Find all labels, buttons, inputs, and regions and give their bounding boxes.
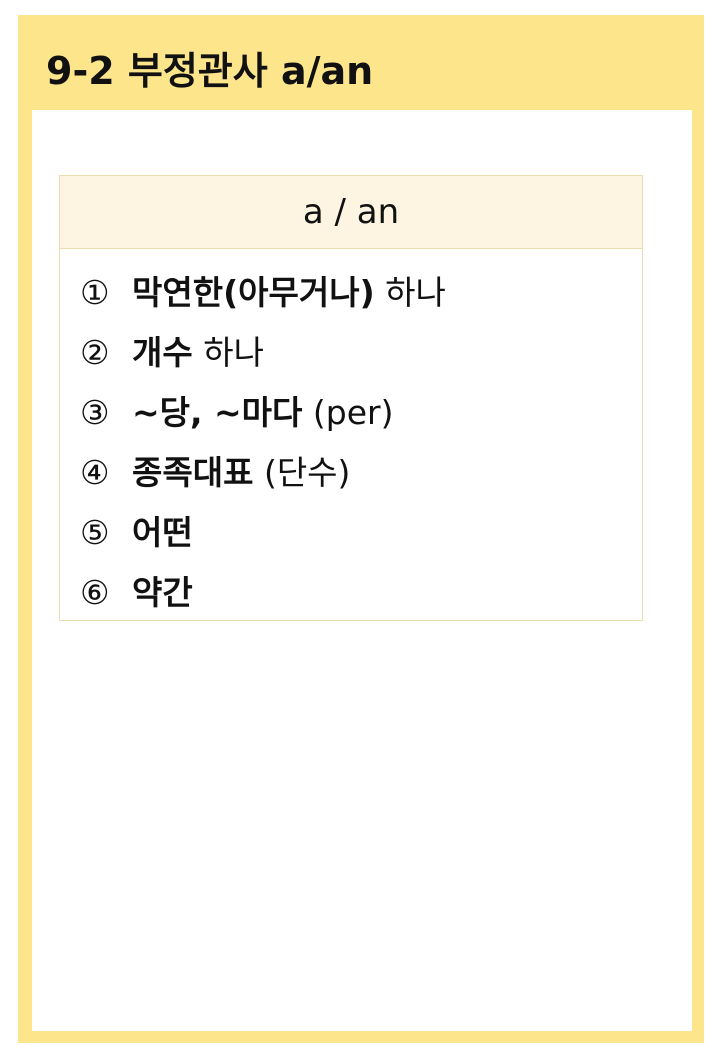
content-panel: a / an ① 막연한(아무거나) 하나 ② 개수 하나 ③ ~당, ~마다 (pe…: [32, 110, 692, 1031]
list-item: ④ 종족대표 (단수): [80, 443, 642, 503]
list-item: ⑥ 약간: [80, 563, 642, 623]
item-number: ⑥: [80, 573, 110, 612]
card-header: a / an: [60, 176, 642, 249]
list-item: ⑤ 어떤: [80, 503, 642, 563]
meaning-list: ① 막연한(아무거나) 하나 ② 개수 하나 ③ ~당, ~마다 (per) ④ 종족대…: [60, 249, 642, 623]
list-item: ① 막연한(아무거나) 하나: [80, 263, 642, 323]
item-detail: 하나: [192, 333, 264, 372]
item-detail: (per): [302, 393, 394, 432]
page-title: 9-2 부정관사 a/an: [46, 49, 374, 93]
item-detail: (단수): [253, 453, 351, 492]
item-number: ④: [80, 453, 110, 492]
item-number: ③: [80, 393, 110, 432]
item-keyword: 약간: [132, 573, 193, 612]
item-keyword: ~당, ~마다: [132, 393, 303, 432]
item-detail: 하나: [374, 273, 446, 312]
meaning-card: a / an ① 막연한(아무거나) 하나 ② 개수 하나 ③ ~당, ~마다 (pe…: [59, 175, 643, 621]
item-keyword: 개수: [132, 333, 193, 372]
item-number: ⑤: [80, 513, 110, 552]
item-number: ①: [80, 273, 110, 312]
list-item: ② 개수 하나: [80, 323, 642, 383]
list-item: ③ ~당, ~마다 (per): [80, 383, 642, 443]
item-keyword: 막연한(아무거나): [132, 273, 375, 312]
item-keyword: 어떤: [132, 513, 193, 552]
item-number: ②: [80, 333, 110, 372]
item-keyword: 종족대표: [132, 453, 254, 492]
lesson-frame: 9-2 부정관사 a/an a / an ① 막연한(아무거나) 하나 ② 개수 하…: [18, 15, 704, 1043]
